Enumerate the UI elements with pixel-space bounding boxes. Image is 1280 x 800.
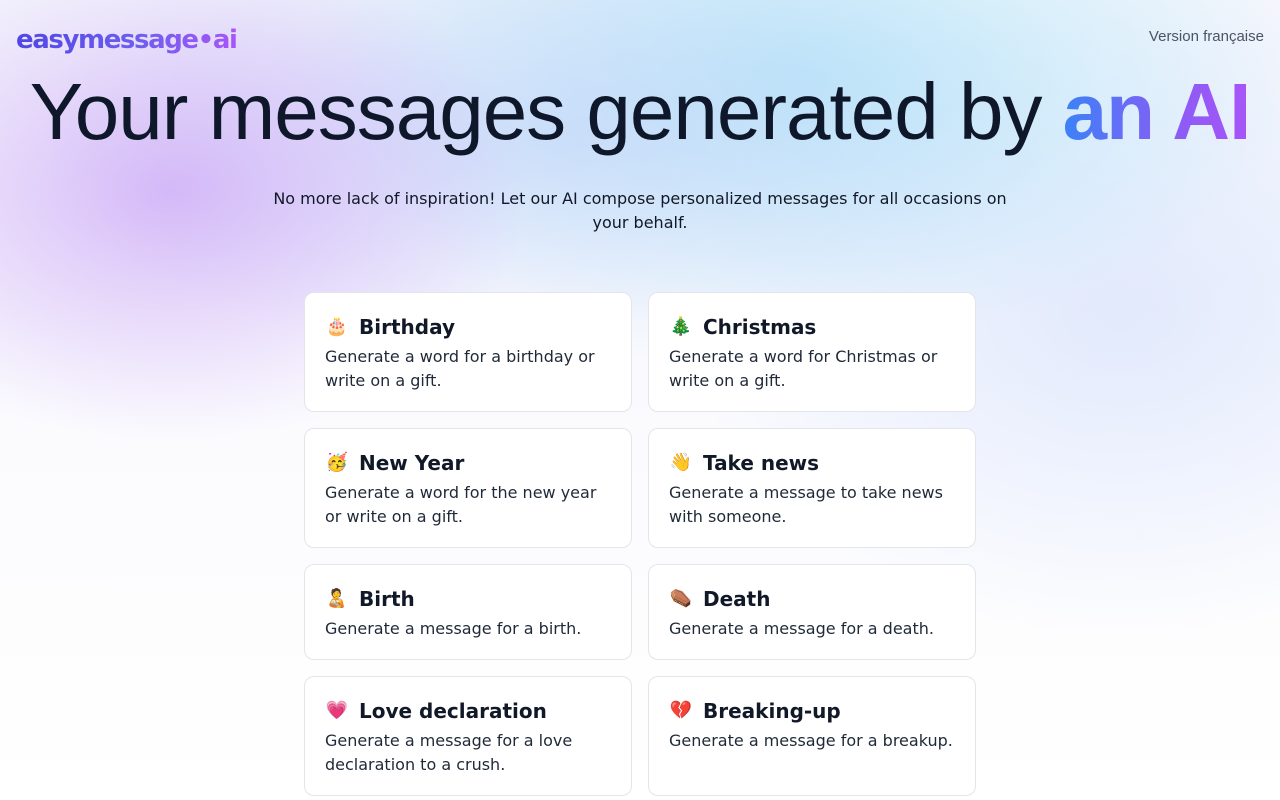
card-header: 💔 Breaking-up: [669, 697, 955, 725]
card-header: 🧑‍🍼 Birth: [325, 585, 611, 613]
card-header: 👋 Take news: [669, 449, 955, 477]
card-title: Breaking-up: [703, 699, 841, 723]
heart-icon: 💗: [325, 700, 349, 721]
card-birth[interactable]: 🧑‍🍼 Birth Generate a message for a birth…: [304, 564, 632, 660]
card-header: 🎂 Birthday: [325, 313, 611, 341]
card-header: ⚰️ Death: [669, 585, 955, 613]
waving-hand-icon: 👋: [669, 452, 693, 473]
card-description: Generate a message for a death.: [669, 619, 934, 638]
card-description: Generate a word for Christmas or write o…: [669, 347, 938, 390]
card-death[interactable]: ⚰️ Death Generate a message for a death.: [648, 564, 976, 660]
card-description: Generate a message to take news with som…: [669, 483, 943, 526]
card-description: Generate a message for a birth.: [325, 619, 582, 638]
hero-subtitle: No more lack of inspiration! Let our AI …: [273, 189, 1007, 232]
card-christmas[interactable]: 🎄 Christmas Generate a word for Christma…: [648, 292, 976, 412]
card-title: Birthday: [359, 315, 455, 339]
card-love-declaration[interactable]: 💗 Love declaration Generate a message fo…: [304, 676, 632, 796]
card-birthday[interactable]: 🎂 Birthday Generate a word for a birthda…: [304, 292, 632, 412]
card-title: New Year: [359, 451, 465, 475]
card-new-year[interactable]: 🥳 New Year Generate a word for the new y…: [304, 428, 632, 548]
person-with-baby-icon: 🧑‍🍼: [325, 588, 349, 609]
card-title: Christmas: [703, 315, 817, 339]
card-description: Generate a message for a breakup.: [669, 731, 953, 750]
card-header: 🎄 Christmas: [669, 313, 955, 341]
birthday-cake-icon: 🎂: [325, 316, 349, 337]
hero-title-accent: an AI: [1062, 67, 1252, 156]
party-face-icon: 🥳: [325, 452, 349, 473]
card-header: 💗 Love declaration: [325, 697, 611, 725]
card-header: 🥳 New Year: [325, 449, 611, 477]
logo[interactable]: easymessage•ai: [16, 22, 238, 58]
card-title: Love declaration: [359, 699, 547, 723]
card-description: Generate a word for a birthday or write …: [325, 347, 595, 390]
card-breaking-up[interactable]: 💔 Breaking-up Generate a message for a b…: [648, 676, 976, 796]
card-title: Death: [703, 587, 771, 611]
language-switch-link[interactable]: Version française: [1149, 28, 1264, 45]
card-description: Generate a word for the new year or writ…: [325, 483, 597, 526]
broken-heart-icon: 💔: [669, 700, 693, 721]
occasion-grid: 🎂 Birthday Generate a word for a birthda…: [304, 292, 976, 796]
card-title: Take news: [703, 451, 820, 475]
card-take-news[interactable]: 👋 Take news Generate a message to take n…: [648, 428, 976, 548]
hero-title: Your messages generated by an AI: [0, 66, 1280, 158]
card-description: Generate a message for a love declaratio…: [325, 731, 573, 774]
hero-title-main: Your messages generated by: [29, 67, 1063, 156]
christmas-tree-icon: 🎄: [669, 316, 693, 337]
coffin-icon: ⚰️: [669, 588, 693, 609]
card-title: Birth: [359, 587, 415, 611]
